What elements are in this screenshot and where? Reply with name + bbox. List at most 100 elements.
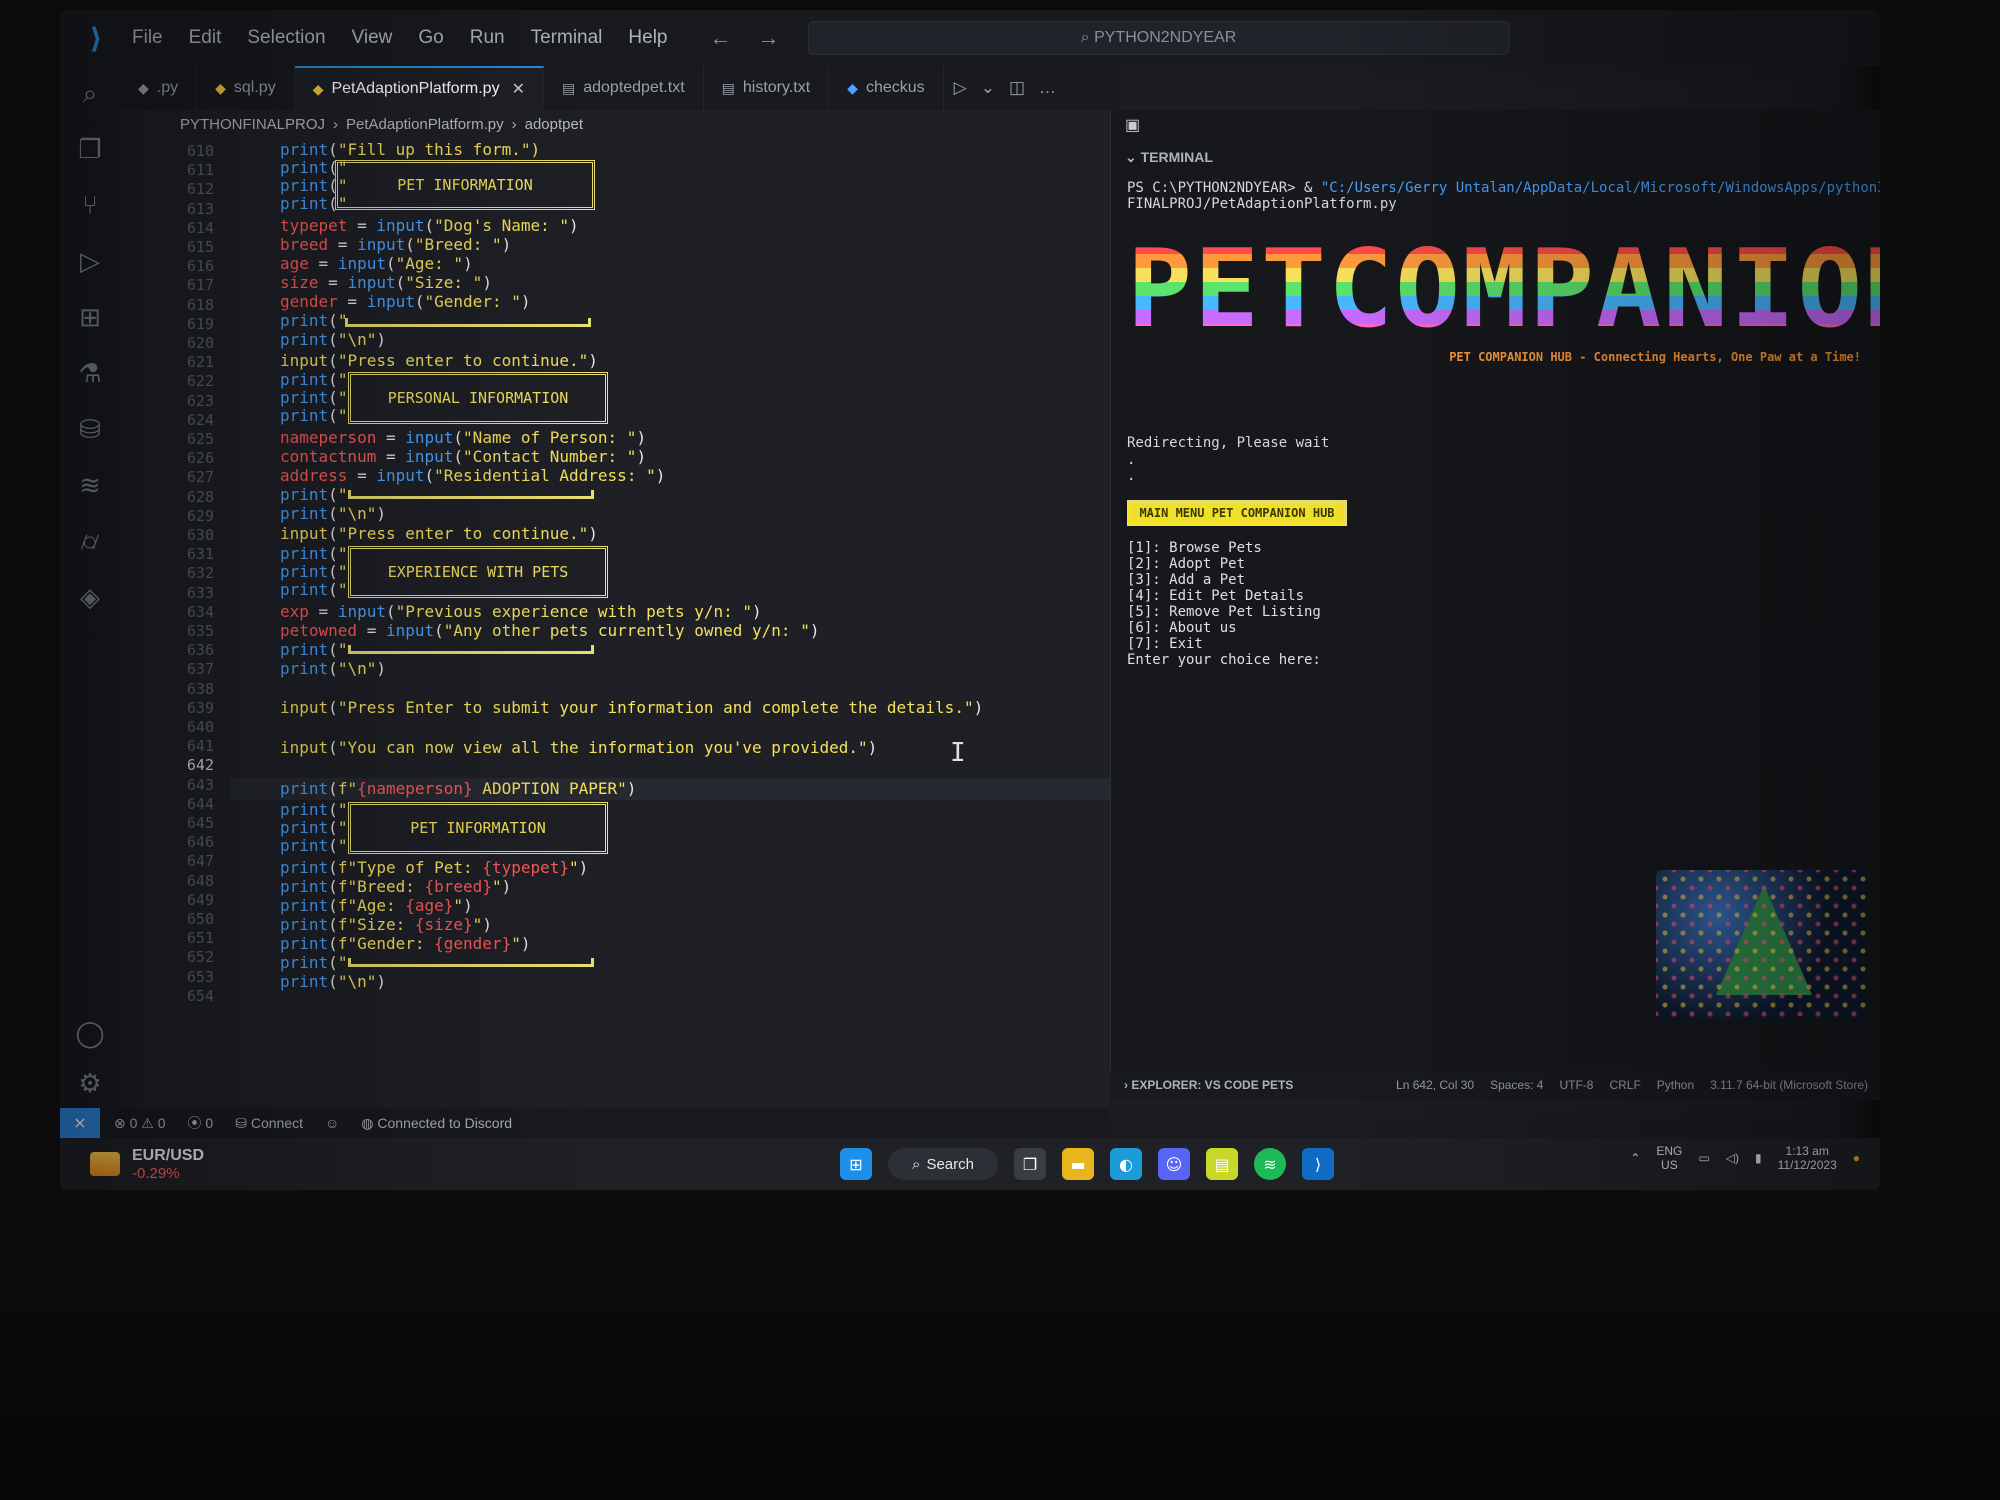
- notification-bell-icon[interactable]: ●: [1853, 1151, 1860, 1165]
- edge-browser-icon[interactable]: ◐: [1110, 1148, 1142, 1180]
- code-line: print(": [280, 640, 348, 659]
- chevron-down-icon[interactable]: ⌄: [981, 78, 995, 98]
- notes-app-icon[interactable]: ▤: [1206, 1148, 1238, 1180]
- video-thumbnail[interactable]: [1656, 870, 1866, 1020]
- discord-status[interactable]: ◍ Connected to Discord: [361, 1115, 512, 1132]
- testing-flask-icon[interactable]: ⚗: [60, 346, 120, 402]
- cursor-position[interactable]: Ln 642, Col 30: [1396, 1078, 1474, 1092]
- line-number: 624: [186, 410, 214, 429]
- menu-run[interactable]: Run: [470, 27, 505, 49]
- code-line: print(": [280, 580, 348, 599]
- task-view-icon[interactable]: ❐: [1014, 1148, 1046, 1180]
- vscode-icon[interactable]: ⟩: [1302, 1148, 1334, 1180]
- database-icon[interactable]: ⛁: [60, 402, 120, 458]
- python-file-icon: ◆: [215, 79, 226, 96]
- line-number: 637: [186, 660, 214, 679]
- code-line: nameperson = input("Name of Person: "): [280, 428, 647, 447]
- display-icon[interactable]: ▭: [1698, 1151, 1709, 1165]
- menu-selection[interactable]: Selection: [247, 27, 325, 49]
- more-icon[interactable]: …: [1039, 78, 1056, 98]
- breadcrumb-folder[interactable]: PYTHONFINALPROJ: [180, 116, 325, 133]
- spotify-icon[interactable]: ≋: [1254, 1148, 1286, 1180]
- file-explorer-icon[interactable]: ▬: [1062, 1148, 1094, 1180]
- lang-code: ENG: [1656, 1144, 1683, 1158]
- python-icon[interactable]: ◈: [60, 570, 120, 626]
- line-ending[interactable]: CRLF: [1609, 1078, 1640, 1092]
- forward-arrow-icon[interactable]: →: [758, 25, 780, 51]
- code-line: print(": [280, 800, 348, 819]
- python-file-icon: ◆: [847, 79, 858, 96]
- menu-help[interactable]: Help: [628, 27, 667, 49]
- cylinder-icon[interactable]: ⌭: [60, 514, 120, 570]
- discord-icon[interactable]: ☺: [1158, 1148, 1190, 1180]
- tab-sql-py[interactable]: ◆ sql.py: [197, 66, 295, 110]
- breadcrumb-file[interactable]: PetAdaptionPlatform.py: [346, 116, 504, 133]
- code-line: input("Press enter to continue."): [280, 524, 598, 543]
- chevron-up-icon[interactable]: ⌃: [1630, 1151, 1640, 1165]
- command-center-search[interactable]: ⌕ PYTHON2NDYEAR: [807, 21, 1510, 55]
- code-line: size = input("Size: "): [280, 273, 492, 292]
- ports-count[interactable]: ⦿ 0: [188, 1113, 214, 1133]
- battery-icon[interactable]: ▮: [1755, 1151, 1762, 1165]
- menu-file[interactable]: File: [132, 27, 163, 49]
- tab-history-txt[interactable]: ▤ history.txt: [704, 66, 830, 110]
- clock[interactable]: 1:13 am 11/12/2023: [1778, 1144, 1837, 1172]
- explorer-files-icon[interactable]: ❐: [60, 122, 120, 178]
- breadcrumb-symbol[interactable]: adoptpet: [525, 116, 583, 133]
- encoding[interactable]: UTF-8: [1559, 1078, 1593, 1092]
- language-indicator[interactable]: ENG US: [1656, 1144, 1682, 1172]
- menu-option: [6]: About us: [1127, 620, 1237, 636]
- line-number: 616: [186, 257, 214, 276]
- menu-view[interactable]: View: [352, 27, 393, 49]
- extensions-icon[interactable]: ⊞: [60, 290, 120, 346]
- tab-adoptedpet-txt[interactable]: ▤ adoptedpet.txt: [544, 66, 704, 110]
- tab-py[interactable]: ◆ .py: [120, 66, 198, 110]
- run-icon[interactable]: ▷: [954, 78, 967, 98]
- terminal-icon[interactable]: ▣: [1111, 110, 1880, 140]
- box-bottom-border: [345, 318, 591, 327]
- source-control-icon[interactable]: ⑂: [60, 178, 120, 234]
- connect-item[interactable]: ⛁ Connect: [235, 1115, 303, 1132]
- smiley-icon[interactable]: ☺: [325, 1115, 339, 1131]
- code-line: print("Fill up this form."): [280, 140, 541, 159]
- problems-count[interactable]: ⊗ 0 ⚠ 0: [114, 1115, 166, 1132]
- box-bottom-border: [348, 490, 594, 499]
- menu-terminal[interactable]: Terminal: [531, 27, 603, 49]
- close-icon[interactable]: ✕: [512, 79, 525, 99]
- menu-option: [4]: Edit Pet Details: [1127, 588, 1305, 604]
- code-editor[interactable]: 610 611 612 613 614 615 616 617 618 619 620 621 622 6…: [120, 138, 1110, 1108]
- language-mode[interactable]: Python: [1657, 1078, 1694, 1092]
- tab-checkus[interactable]: ◆ checkus: [829, 66, 944, 110]
- line-number: 644: [186, 794, 214, 813]
- remote-icon[interactable]: ⨯: [60, 1108, 100, 1138]
- explorer-vscode-pets[interactable]: › EXPLORER: VS CODE PETS Ln 642, Col 30 …: [1110, 1070, 1880, 1100]
- indentation[interactable]: Spaces: 4: [1490, 1078, 1543, 1092]
- interpreter[interactable]: 3.11.7 64-bit (Microsoft Store): [1710, 1078, 1868, 1092]
- code-line: print(": [280, 953, 348, 972]
- box-bottom-border: [348, 958, 594, 967]
- terminal-panel: ▣ ⌄ TERMINAL PS C:\PYTHON2NDYEAR> & "C:/…: [1110, 110, 1880, 1070]
- tab-pet-adaption-platform[interactable]: ◆ PetAdaptionPlatform.py ✕: [294, 66, 544, 110]
- menu-edit[interactable]: Edit: [189, 27, 222, 49]
- back-arrow-icon[interactable]: ←: [710, 25, 732, 51]
- split-editor-icon[interactable]: ◫: [1009, 78, 1025, 98]
- database-icon: ⛁: [235, 1114, 251, 1131]
- terminal-header[interactable]: ⌄ TERMINAL: [1111, 140, 1880, 174]
- code-line: exp = input("Previous experience with pe…: [280, 602, 762, 621]
- menu-go[interactable]: Go: [418, 27, 443, 49]
- account-icon[interactable]: ◯: [60, 1006, 120, 1062]
- stock-ticker-widget[interactable]: EUR/USD -0.29%: [90, 1147, 204, 1182]
- windows-start-icon[interactable]: ⊞: [840, 1148, 872, 1180]
- volume-icon[interactable]: ◁): [1726, 1151, 1739, 1165]
- gear-icon[interactable]: ⚙: [60, 1056, 120, 1112]
- search-icon[interactable]: ⌕: [60, 66, 120, 122]
- layers-icon[interactable]: ≋: [60, 458, 120, 514]
- run-debug-icon[interactable]: ▷: [60, 234, 120, 290]
- box-title-experience-with-pets: EXPERIENCE WITH PETS: [348, 546, 608, 598]
- choice-prompt[interactable]: Enter your choice here:: [1127, 652, 1321, 668]
- search-icon: ⌕: [912, 1155, 921, 1173]
- code-line: print(": [280, 485, 348, 504]
- taskbar-search[interactable]: ⌕ Search: [888, 1148, 998, 1180]
- command-center-label: PYTHON2NDYEAR: [1094, 29, 1237, 46]
- code-line: typepet = input("Dog's Name: "): [280, 216, 579, 235]
